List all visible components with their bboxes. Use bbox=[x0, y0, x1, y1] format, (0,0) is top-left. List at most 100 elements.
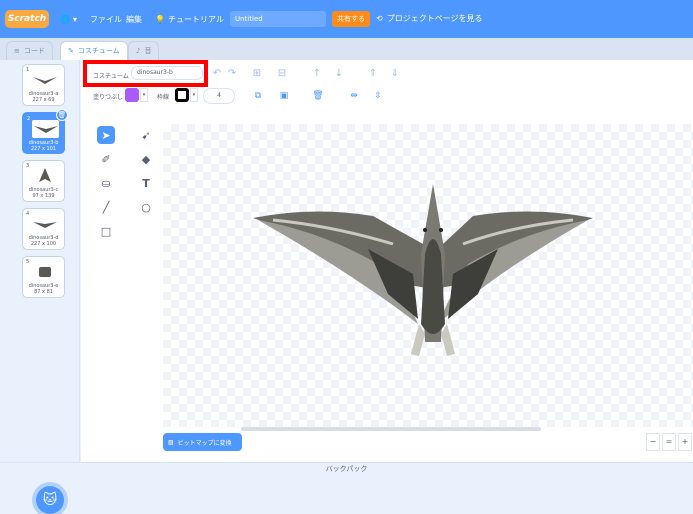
front-icon[interactable]: ⇑ bbox=[365, 65, 381, 81]
flip-horizontal-icon[interactable]: ⇹ bbox=[347, 89, 361, 103]
brush-icon: ✎ bbox=[68, 47, 74, 55]
backpack-bar[interactable]: バックパック bbox=[0, 462, 693, 475]
ungroup-icon[interactable]: ⊟ bbox=[274, 65, 290, 81]
redo-icon[interactable]: ↷ bbox=[224, 65, 240, 81]
zoom-reset-button[interactable]: = bbox=[662, 433, 676, 451]
costume-size: 87 x 81 bbox=[34, 289, 53, 295]
rectangle-tool[interactable]: □ bbox=[97, 222, 115, 240]
language-menu[interactable]: 🌐 ▾ bbox=[60, 12, 77, 26]
text-tool[interactable]: T bbox=[137, 174, 155, 192]
canvas-scrollbar[interactable] bbox=[241, 427, 541, 431]
pterodactyl-sprite bbox=[253, 184, 593, 356]
costume-thumbnail bbox=[31, 263, 58, 281]
circle-tool[interactable]: ○ bbox=[137, 198, 155, 216]
project-title-input[interactable]: Untitled bbox=[230, 11, 326, 27]
fill-dropdown[interactable]: ▾ bbox=[140, 88, 148, 102]
trash-icon[interactable]: 🗑 bbox=[311, 89, 325, 103]
see-project-icon: ⟲ bbox=[376, 14, 383, 23]
highlight-box bbox=[83, 60, 208, 87]
back-icon[interactable]: ⇓ bbox=[387, 65, 403, 81]
project-page-label: プロジェクトページを見る bbox=[386, 14, 483, 23]
reshape-tool[interactable]: ➹ bbox=[137, 126, 155, 144]
zoom-out-button[interactable]: − bbox=[646, 433, 660, 451]
outline-dropdown[interactable]: ▾ bbox=[190, 88, 198, 102]
cat-icon: 🐱 bbox=[42, 492, 58, 508]
eraser-tool[interactable]: ◆ bbox=[137, 150, 155, 168]
project-page-button[interactable]: ⟲ プロジェクトページを見る bbox=[376, 11, 483, 27]
outline-width-input[interactable]: 4 bbox=[203, 88, 235, 104]
copy-icon[interactable]: ⧉ bbox=[251, 89, 265, 103]
zoom-in-button[interactable]: + bbox=[678, 433, 692, 451]
costume-item-1[interactable]: 1 dinosaur3-a 227 x 69 bbox=[22, 64, 65, 106]
costume-number: 3 bbox=[26, 163, 30, 169]
forward-icon[interactable]: ↑ bbox=[309, 65, 325, 81]
reshape-icon: ➹ bbox=[141, 128, 151, 142]
delete-costume-button[interactable]: 🗑 bbox=[56, 109, 68, 121]
costume-thumbnail bbox=[31, 71, 58, 89]
image-icon: ▨ bbox=[168, 438, 174, 446]
drawing-canvas[interactable] bbox=[163, 124, 693, 427]
zoom-controls: − = + bbox=[646, 433, 692, 451]
costume-number: 1 bbox=[26, 67, 30, 73]
outline-color-swatch[interactable] bbox=[175, 88, 189, 102]
speaker-icon: ♪ bbox=[136, 47, 141, 55]
costume-size: 227 x 101 bbox=[30, 146, 57, 152]
arrow-icon: ➤ bbox=[101, 128, 111, 142]
tutorial-menu[interactable]: 💡 チュートリアル bbox=[155, 12, 224, 26]
costume-item-4[interactable]: 4 dinosaur3-d 227 x 100 bbox=[22, 208, 65, 250]
costume-number: 5 bbox=[26, 259, 30, 265]
brush-tool[interactable]: ✐ bbox=[97, 150, 115, 168]
fill-tool[interactable]: ⛀ bbox=[97, 174, 115, 192]
costume-item-2[interactable]: 2 dinosaur3-b 227 x 101 🗑 bbox=[22, 109, 68, 154]
convert-to-bitmap-button[interactable]: ▨ ビットマップに変換 bbox=[163, 433, 242, 451]
tab-code-label: コード bbox=[23, 47, 45, 55]
circle-icon: ○ bbox=[141, 200, 151, 214]
tutorial-label: チュートリアル bbox=[167, 14, 224, 24]
chevron-down-icon: ▾ bbox=[72, 14, 77, 24]
costume-size: 227 x 100 bbox=[30, 241, 57, 247]
text-icon: T bbox=[142, 176, 150, 190]
paint-editor: コスチューム dinosaur3-b ↶ ↷ ⊞ ⊟ ↑ ↓ ⇑ ⇓ 塗りつぶし… bbox=[81, 60, 693, 462]
outline-label: 枠線 bbox=[157, 94, 170, 101]
select-tool[interactable]: ➤ bbox=[97, 126, 115, 144]
scratch-logo[interactable]: Scratch bbox=[5, 10, 49, 28]
tab-code[interactable]: ≡ コード bbox=[6, 41, 53, 60]
tab-sounds-label: 音 bbox=[144, 47, 152, 55]
globe-icon: 🌐 bbox=[60, 14, 70, 24]
costume-size: 97 x 139 bbox=[32, 193, 55, 199]
costume-item-3[interactable]: 3 dinosaur3-c 97 x 139 bbox=[22, 160, 65, 202]
costume-list: 1 dinosaur3-a 227 x 69 2 dinosaur3-b 227 x… bbox=[0, 60, 80, 514]
costume-size: 227 x 69 bbox=[32, 97, 55, 103]
tool-palette: ➤ ➹ ✐ ◆ ⛀ T ╱ ○ □ bbox=[81, 122, 161, 462]
bucket-icon: ⛀ bbox=[101, 176, 111, 190]
file-menu[interactable]: ファイル bbox=[90, 12, 122, 26]
eraser-icon: ◆ bbox=[141, 152, 151, 166]
costume-number: 4 bbox=[26, 211, 30, 217]
costume-number: 2 bbox=[27, 116, 31, 122]
fill-color-swatch[interactable] bbox=[125, 88, 139, 102]
backward-icon[interactable]: ↓ bbox=[331, 65, 347, 81]
editor-toolbar: コスチューム dinosaur3-b ↶ ↷ ⊞ ⊟ ↑ ↓ ⇑ ⇓ bbox=[81, 60, 693, 87]
tab-costumes-label: コスチューム bbox=[77, 47, 120, 55]
undo-icon[interactable]: ↶ bbox=[209, 65, 225, 81]
trash-icon: 🗑 bbox=[57, 111, 67, 119]
choose-costume-button[interactable]: 🐱 bbox=[36, 486, 64, 514]
fill-label: 塗りつぶし bbox=[93, 94, 124, 101]
tab-costumes[interactable]: ✎ コスチューム bbox=[60, 41, 128, 60]
lightbulb-icon: 💡 bbox=[155, 14, 165, 24]
edit-menu[interactable]: 編集 bbox=[126, 12, 142, 26]
flip-vertical-icon[interactable]: ⇳ bbox=[371, 89, 385, 103]
costume-thumbnail bbox=[31, 215, 58, 233]
group-icon[interactable]: ⊞ bbox=[249, 65, 265, 81]
editor-tabs: ≡ コード ✎ コスチューム ♪ 音 bbox=[0, 38, 693, 60]
paste-icon[interactable]: ▣ bbox=[277, 89, 291, 103]
line-icon: ╱ bbox=[102, 200, 110, 214]
line-tool[interactable]: ╱ bbox=[97, 198, 115, 216]
costume-item-5[interactable]: 5 dinosaur3-e 87 x 81 bbox=[22, 256, 65, 298]
tab-sounds[interactable]: ♪ 音 bbox=[128, 41, 160, 60]
costume-thumbnail bbox=[32, 120, 59, 138]
convert-bitmap-label: ビットマップに変換 bbox=[177, 439, 232, 447]
brush-icon: ✐ bbox=[101, 152, 111, 166]
menu-bar: Scratch 🌐 ▾ ファイル 編集 💡 チュートリアル Untitled 共有す… bbox=[0, 0, 693, 38]
share-button[interactable]: 共有する bbox=[332, 11, 370, 27]
